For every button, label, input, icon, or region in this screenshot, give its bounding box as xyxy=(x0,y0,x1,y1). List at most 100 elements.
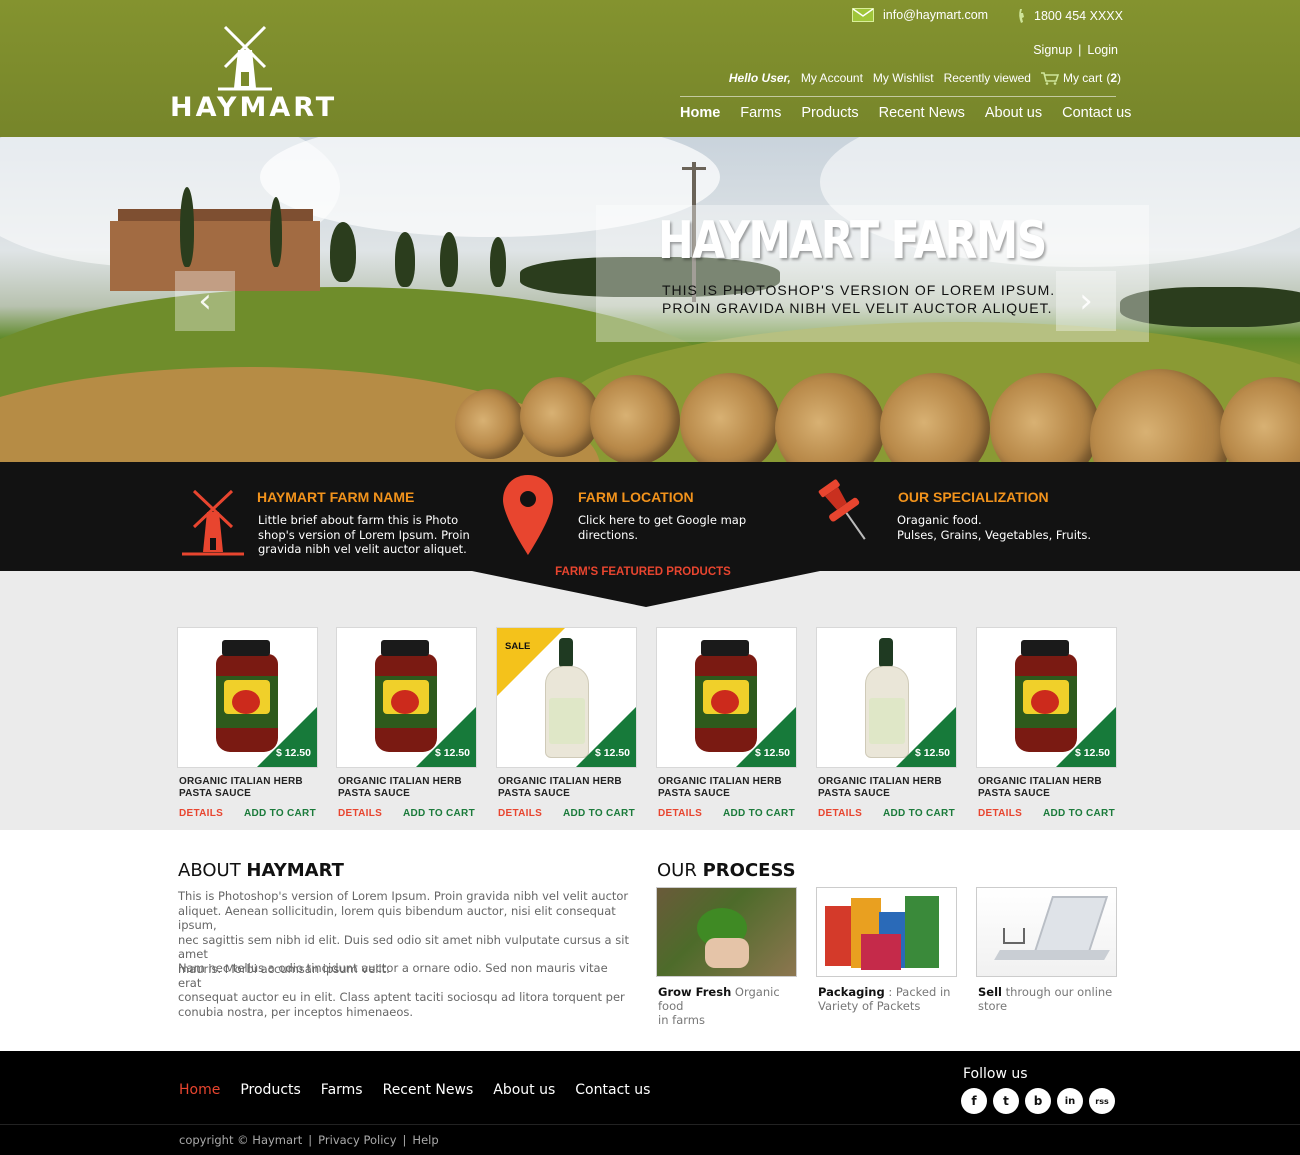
details-link[interactable]: DETAILS xyxy=(338,808,382,819)
feature-farm-location[interactable]: FARM LOCATION Click here to get Google m… xyxy=(500,462,810,571)
cart-label: My cart xyxy=(1062,71,1103,85)
twitter-icon[interactable]: t xyxy=(993,1088,1019,1114)
product-name[interactable]: ORGANIC ITALIAN HERB PASTA SAUCE xyxy=(816,776,957,800)
tomato-graphic xyxy=(1031,690,1059,714)
laptop-keyboard xyxy=(994,950,1110,960)
hero-subtitle: THIS IS PHOTOSHOP'S VERSION OF LOREM IPS… xyxy=(662,281,1062,317)
add-to-cart-button[interactable]: ADD TO CART xyxy=(563,808,635,819)
product-name[interactable]: ORGANIC ITALIAN HERB PASTA SAUCE xyxy=(656,776,797,800)
product-price: $ 12.50 xyxy=(275,747,311,759)
hay-bale xyxy=(680,373,780,462)
feature-specialization: OUR SPECIALIZATION Oraganic food. Pulses… xyxy=(818,462,1118,571)
details-link[interactable]: DETAILS xyxy=(818,808,862,819)
cypress-tree xyxy=(395,232,415,287)
product-card: $ 12.50 ORGANIC ITALIAN HERB PASTA SAUCE DE… xyxy=(177,627,318,819)
hero-title: HAYMART FARMS xyxy=(658,211,1047,271)
phone-icon xyxy=(1019,9,1024,23)
product-image[interactable]: $ 12.50 xyxy=(656,627,797,768)
about-text-line: aliquet. Aenean sollicitudin, lorem quis… xyxy=(178,903,616,933)
signup-link[interactable]: Signup xyxy=(1033,43,1072,57)
push-pin-icon xyxy=(818,479,866,540)
rss-icon[interactable]: rss xyxy=(1089,1088,1115,1114)
product-actions: DETAILS ADD TO CART xyxy=(816,808,957,819)
feature-farm-name: HAYMART FARM NAME Little brief about far… xyxy=(180,462,480,571)
nav-item-about-us[interactable]: About us xyxy=(985,105,1042,121)
add-to-cart-button[interactable]: ADD TO CART xyxy=(403,808,475,819)
product-actions: DETAILS ADD TO CART xyxy=(496,808,637,819)
about-text-line: This is Photoshop's version of Lorem Ips… xyxy=(178,889,629,903)
product-image[interactable]: $ 12.50 xyxy=(336,627,477,768)
nav-item-contact-us[interactable]: Contact us xyxy=(1062,105,1131,121)
product-name[interactable]: ORGANIC ITALIAN HERB PASTA SAUCE xyxy=(177,776,318,800)
product-image[interactable]: SALE $ 12.50 xyxy=(496,627,637,768)
process-caption-text: Variety of Packets xyxy=(818,999,921,1013)
product-name-line: PASTA SAUCE xyxy=(978,788,1051,799)
hay-bale xyxy=(520,377,600,457)
nav-item-recent-news[interactable]: Recent News xyxy=(879,105,965,121)
recently-viewed-link[interactable]: Recently viewed xyxy=(944,71,1031,85)
contact-email[interactable]: info@haymart.com xyxy=(852,8,988,22)
product-actions: DETAILS ADD TO CART xyxy=(177,808,318,819)
product-price: $ 12.50 xyxy=(754,747,790,759)
linkedin-icon[interactable]: in xyxy=(1057,1088,1083,1114)
my-account-link[interactable]: My Account xyxy=(801,71,863,85)
sale-ribbon xyxy=(497,628,565,696)
product-name-line: ORGANIC ITALIAN HERB xyxy=(978,776,1102,787)
nav-item-products[interactable]: Products xyxy=(801,105,858,121)
footer-nav-products[interactable]: Products xyxy=(240,1082,300,1098)
site-header: HAYMART info@haymart.com 1800 454 XXXX S… xyxy=(0,0,1300,137)
footer-nav-contact-us[interactable]: Contact us xyxy=(575,1082,650,1098)
footer-nav-recent-news[interactable]: Recent News xyxy=(383,1082,474,1098)
cart-link[interactable]: My cart (2) xyxy=(1040,71,1121,85)
details-link[interactable]: DETAILS xyxy=(179,808,223,819)
add-to-cart-button[interactable]: ADD TO CART xyxy=(1043,808,1115,819)
laptop-screen xyxy=(1033,896,1109,952)
nav-item-home[interactable]: Home xyxy=(680,105,720,121)
product-actions: DETAILS ADD TO CART xyxy=(656,808,797,819)
footer-separator: | xyxy=(308,1133,313,1147)
featured-products: $ 12.50 ORGANIC ITALIAN HERB PASTA SAUCE DE… xyxy=(0,571,1300,830)
cypress-tree xyxy=(490,237,506,287)
blogger-icon[interactable]: b xyxy=(1025,1088,1051,1114)
product-card: $ 12.50 ORGANIC ITALIAN HERB PASTA SAUCE DE… xyxy=(336,627,477,819)
slider-next-button[interactable]: › xyxy=(1056,271,1116,331)
about-paragraph: Nam nec tellus a odio tincidunt auctor a… xyxy=(178,961,630,1019)
feature-title: FARM LOCATION xyxy=(578,489,694,505)
product-name[interactable]: ORGANIC ITALIAN HERB PASTA SAUCE xyxy=(336,776,477,800)
product-name[interactable]: ORGANIC ITALIAN HERB PASTA SAUCE xyxy=(976,776,1117,800)
logo[interactable]: HAYMART xyxy=(170,22,334,123)
add-to-cart-button[interactable]: ADD TO CART xyxy=(244,808,316,819)
product-image[interactable]: $ 12.50 xyxy=(177,627,318,768)
nav-divider xyxy=(680,96,1116,97)
product-name[interactable]: ORGANIC ITALIAN HERB PASTA SAUCE xyxy=(496,776,637,800)
process-caption: Sell through our online store xyxy=(976,985,1117,1013)
facebook-icon[interactable]: f xyxy=(961,1088,987,1114)
footer-nav-farms[interactable]: Farms xyxy=(321,1082,363,1098)
footer-nav-home[interactable]: Home xyxy=(179,1082,220,1098)
feature-title: OUR SPECIALIZATION xyxy=(898,489,1049,505)
help-link[interactable]: Help xyxy=(412,1133,438,1147)
details-link[interactable]: DETAILS xyxy=(978,808,1022,819)
feature-text-line: Oraganic food. xyxy=(897,513,982,527)
product-price: $ 12.50 xyxy=(434,747,470,759)
details-link[interactable]: DETAILS xyxy=(658,808,702,819)
product-image[interactable]: $ 12.50 xyxy=(976,627,1117,768)
slider-prev-button[interactable]: ‹ xyxy=(175,271,235,331)
cart-icon xyxy=(1040,71,1059,85)
utility-pole xyxy=(682,167,706,170)
login-link[interactable]: Login xyxy=(1087,43,1118,57)
product-image[interactable]: $ 12.50 xyxy=(816,627,957,768)
product-name-line: PASTA SAUCE xyxy=(498,788,571,799)
my-wishlist-link[interactable]: My Wishlist xyxy=(873,71,934,85)
privacy-policy-link[interactable]: Privacy Policy xyxy=(318,1133,396,1147)
add-to-cart-button[interactable]: ADD TO CART xyxy=(883,808,955,819)
hay-bale xyxy=(590,375,680,462)
details-link[interactable]: DETAILS xyxy=(498,808,542,819)
nav-item-farms[interactable]: Farms xyxy=(740,105,781,121)
feature-text: Little brief about farm this is Photo sh… xyxy=(258,513,478,557)
process-packaging: Packaging : Packed in Variety of Packets xyxy=(816,887,957,1013)
about-text-line: consequat auctor eu in elit. Class apten… xyxy=(178,990,625,1004)
footer-nav-about-us[interactable]: About us xyxy=(493,1082,555,1098)
add-to-cart-button[interactable]: ADD TO CART xyxy=(723,808,795,819)
packaging-image xyxy=(816,887,957,977)
